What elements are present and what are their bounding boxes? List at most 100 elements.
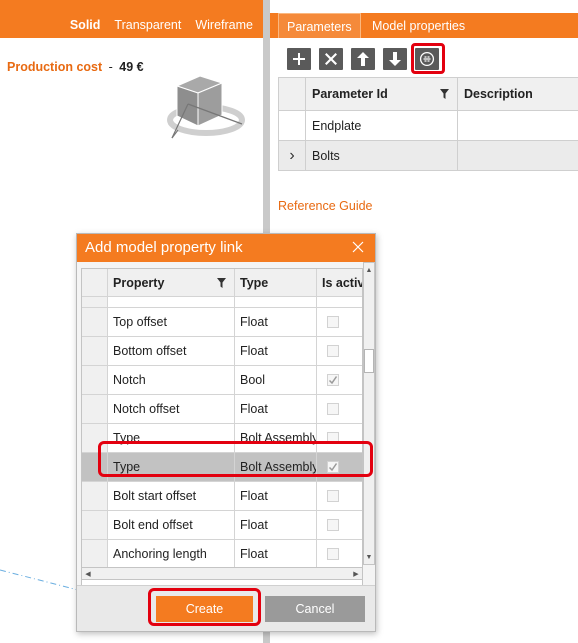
table-header: Parameter Id Description <box>278 78 578 111</box>
description-cell[interactable] <box>458 141 578 170</box>
description-cell[interactable] <box>458 111 578 140</box>
type-cell[interactable]: Float <box>235 511 317 539</box>
property-cell[interactable]: Type <box>108 424 235 452</box>
move-down-button[interactable] <box>383 48 407 70</box>
type-cell[interactable]: Bool <box>235 366 317 394</box>
is-active-cell[interactable] <box>317 297 362 307</box>
is-active-cell[interactable] <box>317 511 362 539</box>
property-cell[interactable]: Anchoring length <box>108 540 235 568</box>
table-row[interactable]: Endplate <box>278 111 578 141</box>
scroll-left-icon[interactable]: ◀ <box>82 568 94 579</box>
scroll-thumb[interactable] <box>364 349 374 373</box>
column-header-is-active[interactable]: Is activ <box>317 269 362 296</box>
is-active-cell[interactable] <box>317 453 362 481</box>
checkbox-checked[interactable] <box>327 374 339 386</box>
checkbox-unchecked[interactable] <box>327 345 339 357</box>
view-mode-wireframe[interactable]: Wireframe <box>195 18 253 32</box>
add-parameter-button[interactable] <box>287 48 311 70</box>
column-header-description[interactable]: Description <box>458 78 578 110</box>
row-selector[interactable] <box>82 366 108 394</box>
table-row[interactable]: Bolt start offset Float <box>82 482 362 511</box>
property-cell[interactable] <box>108 297 235 307</box>
type-cell[interactable]: Bolt Assembly <box>235 453 317 481</box>
chevron-right-icon[interactable]: › <box>278 141 306 170</box>
parameter-id-cell[interactable]: Bolts <box>306 141 458 170</box>
column-header-parameter-id[interactable]: Parameter Id <box>306 78 458 110</box>
is-active-cell[interactable] <box>317 395 362 423</box>
parameter-id-cell[interactable]: Endplate <box>306 111 458 140</box>
production-cost-separator: - <box>108 60 113 74</box>
link-property-button[interactable] <box>415 48 439 70</box>
dialog-title-bar[interactable]: Add model property link <box>77 234 375 262</box>
is-active-cell[interactable] <box>317 482 362 510</box>
row-selector[interactable] <box>82 453 108 481</box>
is-active-cell[interactable] <box>317 308 362 336</box>
scroll-up-icon[interactable]: ▲ <box>364 263 374 277</box>
is-active-cell[interactable] <box>317 366 362 394</box>
property-cell[interactable]: Top offset <box>108 308 235 336</box>
table-row[interactable]: Top offset Float <box>82 308 362 337</box>
checkbox-unchecked[interactable] <box>327 490 339 502</box>
is-active-cell[interactable] <box>317 337 362 365</box>
horizontal-scrollbar[interactable]: ◀ ▶ <box>81 567 363 580</box>
row-selector[interactable] <box>82 337 108 365</box>
row-selector[interactable] <box>82 511 108 539</box>
table-row[interactable]: Type Bolt Assembly <box>82 424 362 453</box>
type-cell[interactable]: Float <box>235 337 317 365</box>
property-cell[interactable]: Type <box>108 453 235 481</box>
table-row[interactable]: Bolt end offset Float <box>82 511 362 540</box>
property-cell[interactable]: Notch offset <box>108 395 235 423</box>
tab-model-properties[interactable]: Model properties <box>364 13 473 38</box>
column-header-property[interactable]: Property <box>108 269 235 296</box>
production-cost-label: Production cost <box>7 60 103 74</box>
property-cell[interactable]: Bottom offset <box>108 337 235 365</box>
row-selector[interactable] <box>82 297 108 307</box>
row-selector[interactable] <box>82 540 108 568</box>
row-selector[interactable] <box>82 308 108 336</box>
type-cell[interactable]: Float <box>235 482 317 510</box>
type-cell[interactable]: Float <box>235 308 317 336</box>
checkbox-checked[interactable] <box>327 461 339 473</box>
is-active-cell[interactable] <box>317 540 362 568</box>
cancel-button[interactable]: Cancel <box>265 596 365 622</box>
table-row[interactable]: Bottom offset Float <box>82 337 362 366</box>
reference-guide-link[interactable]: Reference Guide <box>278 199 373 213</box>
checkbox-unchecked[interactable] <box>327 519 339 531</box>
vertical-scrollbar[interactable]: ▲ ▼ <box>363 262 375 565</box>
table-row[interactable]: Type Bolt Assembly <box>82 453 362 482</box>
table-row[interactable]: Notch offset Float <box>82 395 362 424</box>
view-cube-icon[interactable] <box>160 68 252 146</box>
scroll-right-icon[interactable]: ▶ <box>350 568 362 579</box>
view-mode-solid[interactable]: Solid <box>70 18 101 32</box>
table-row[interactable]: Notch Bool <box>82 366 362 395</box>
type-cell[interactable] <box>235 297 317 307</box>
type-cell[interactable]: Bolt Assembly <box>235 424 317 452</box>
checkbox-unchecked[interactable] <box>327 432 339 444</box>
is-active-cell[interactable] <box>317 424 362 452</box>
production-cost-value: 49 € <box>119 60 144 74</box>
table-row[interactable]: › Bolts <box>278 141 578 171</box>
scroll-down-icon[interactable]: ▼ <box>364 550 374 564</box>
table-row[interactable] <box>82 297 362 308</box>
view-mode-transparent[interactable]: Transparent <box>114 18 181 32</box>
create-button[interactable]: Create <box>156 596 253 622</box>
type-cell[interactable]: Float <box>235 540 317 568</box>
type-cell[interactable]: Float <box>235 395 317 423</box>
property-cell[interactable]: Bolt end offset <box>108 511 235 539</box>
close-icon[interactable] <box>351 240 365 254</box>
row-selector[interactable] <box>82 395 108 423</box>
property-cell[interactable]: Notch <box>108 366 235 394</box>
row-selector[interactable] <box>82 424 108 452</box>
checkbox-unchecked[interactable] <box>327 316 339 328</box>
filter-icon[interactable] <box>440 89 449 99</box>
property-cell[interactable]: Bolt start offset <box>108 482 235 510</box>
table-row[interactable]: Anchoring length Float <box>82 540 362 569</box>
checkbox-unchecked[interactable] <box>327 403 339 415</box>
filter-icon[interactable] <box>217 277 226 288</box>
move-up-button[interactable] <box>351 48 375 70</box>
checkbox-unchecked[interactable] <box>327 548 339 560</box>
column-header-type[interactable]: Type <box>235 269 317 296</box>
tab-parameters[interactable]: Parameters <box>278 13 361 38</box>
delete-parameter-button[interactable] <box>319 48 343 70</box>
row-selector[interactable] <box>82 482 108 510</box>
